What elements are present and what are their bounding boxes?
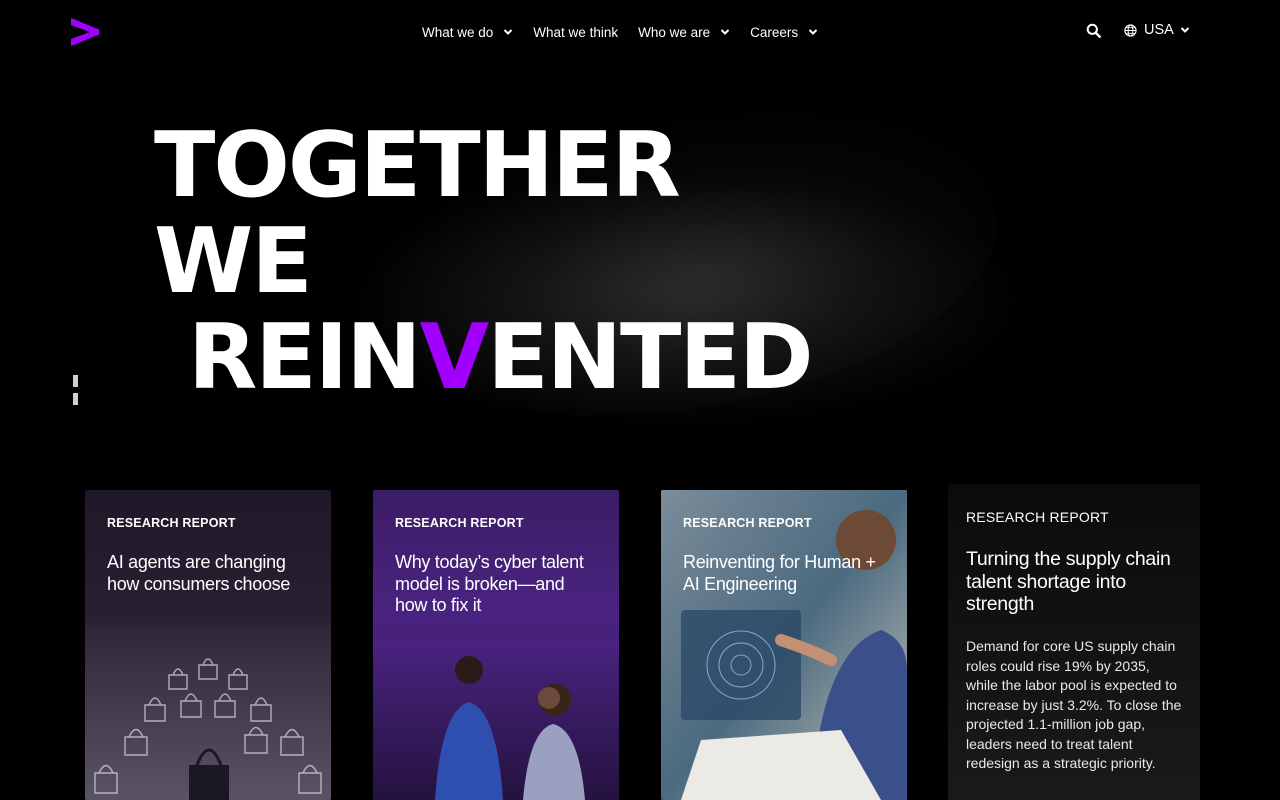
card-tag: RESEARCH REPORT [107, 516, 236, 530]
globe-icon [1124, 23, 1137, 37]
card-title: Reinventing for Human + AI Engineering [683, 552, 876, 594]
hero-headline: TOGETHER WE REINVENTED [150, 118, 830, 406]
card-title: Turning the supply chain talent shortage… [966, 548, 1171, 615]
card-title: Why today’s cyber talent model is broken… [395, 552, 584, 615]
nav-careers[interactable]: Careers [740, 20, 828, 44]
main-nav: What we do What we think Who we are Care… [412, 20, 828, 44]
hero-accent-letter: V [419, 305, 490, 410]
chevron-down-icon [720, 29, 730, 35]
country-selector[interactable]: USA [1124, 22, 1190, 38]
search-icon [1086, 23, 1102, 39]
card-ai-agents[interactable]: RESEARCH REPORT AI agents are changing h… [85, 490, 331, 800]
card-cyber-talent[interactable]: RESEARCH REPORT Why today’s cyber talent… [373, 490, 619, 800]
card-tag: RESEARCH REPORT [683, 516, 812, 530]
nav-what-we-do[interactable]: What we do [412, 20, 523, 44]
hero-line-2: REINVENTED [150, 310, 830, 406]
chevron-down-icon [808, 29, 818, 35]
engineer-illustration [661, 490, 907, 800]
nav-what-we-think[interactable]: What we think [523, 20, 628, 44]
search-button[interactable] [1086, 23, 1102, 44]
chevron-down-icon [504, 29, 513, 35]
card-supply-chain[interactable]: RESEARCH REPORT Turning the supply chain… [948, 484, 1200, 800]
nav-careers-label: Careers [750, 24, 799, 40]
site-header: What we do What we think Who we are Care… [0, 0, 1280, 64]
card-human-ai-engineering[interactable]: RESEARCH REPORT Reinventing for Human + … [661, 490, 907, 800]
hero-line-2-start: REIN [188, 305, 422, 410]
nav-what-we-think-label: What we think [533, 24, 619, 40]
hero-line-1: TOGETHER WE [154, 113, 681, 314]
chevron-down-icon [1180, 27, 1190, 33]
pause-icon[interactable] [73, 374, 87, 405]
nav-who-we-are[interactable]: Who we are [628, 20, 740, 44]
people-illustration [373, 640, 619, 800]
accenture-logo-icon[interactable] [70, 18, 100, 51]
handbags-illustration [85, 625, 331, 800]
hero-line-2-end: ENTED [487, 305, 813, 410]
card-title: AI agents are changing how consumers cho… [107, 552, 291, 594]
country-label: USA [1144, 22, 1174, 38]
card-description: Demand for core US supply chain roles co… [966, 638, 1182, 771]
card-tag: RESEARCH REPORT [966, 509, 1109, 525]
nav-who-we-are-label: Who we are [638, 24, 711, 40]
nav-what-we-do-label: What we do [422, 24, 494, 40]
card-tag: RESEARCH REPORT [395, 516, 524, 530]
